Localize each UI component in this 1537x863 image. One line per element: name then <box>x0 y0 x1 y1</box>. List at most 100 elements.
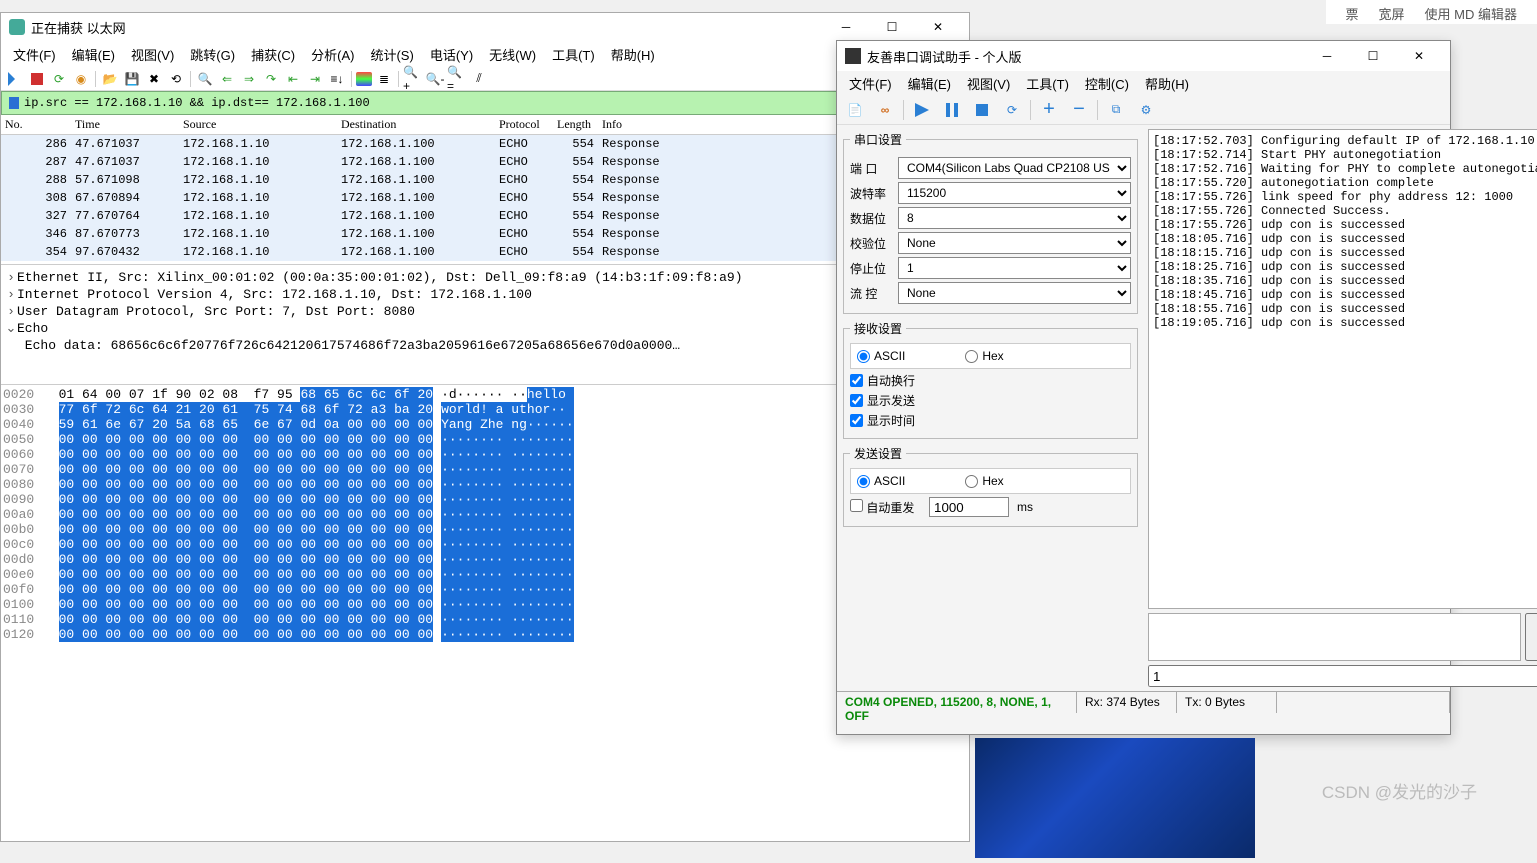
menu-item[interactable]: 文件(F) <box>7 42 62 67</box>
tab[interactable]: 宽屏 <box>1379 4 1405 20</box>
send-button[interactable]: 发送 <box>1525 613 1537 661</box>
packet-row[interactable]: 28747.671037172.168.1.10172.168.1.100ECH… <box>1 153 969 171</box>
recv-log[interactable]: [18:17:52.703] Configuring default IP of… <box>1148 129 1537 609</box>
maximize-button[interactable]: ☐ <box>869 13 915 41</box>
minimize-button[interactable]: ─ <box>1304 42 1350 70</box>
close-button[interactable]: ✕ <box>915 13 961 41</box>
parity-select[interactable]: None <box>898 232 1131 254</box>
send-ascii-radio[interactable]: ASCII <box>857 474 905 488</box>
filter-input[interactable] <box>24 96 966 110</box>
tree-item[interactable]: ›Ethernet II, Src: Xilinx_00:01:02 (00:0… <box>5 269 965 286</box>
tree-item[interactable]: ⌄Echo <box>5 320 965 337</box>
menu-item[interactable]: 编辑(E) <box>66 42 121 67</box>
packet-bytes[interactable]: 0020 01 64 00 07 1f 90 02 08 f7 95 68 65… <box>1 385 969 705</box>
menu-item[interactable]: 帮助(H) <box>605 42 661 67</box>
stopbits-select[interactable]: 1 <box>898 257 1131 279</box>
close-button[interactable]: ✕ <box>1396 42 1442 70</box>
go-forward-icon[interactable]: ⇒ <box>239 69 259 89</box>
hex-row[interactable]: 0040 59 61 6e 67 20 5a 68 65 6e 67 0d 0a… <box>3 417 967 432</box>
hex-row[interactable]: 0080 00 00 00 00 00 00 00 00 00 00 00 00… <box>3 477 967 492</box>
menu-item[interactable]: 视图(V) <box>961 72 1016 95</box>
showsend-check[interactable]: 显示发送 <box>850 392 1131 409</box>
repeat-ms-input[interactable] <box>929 497 1009 517</box>
menu-item[interactable]: 捕获(C) <box>245 42 301 67</box>
hex-row[interactable]: 00d0 00 00 00 00 00 00 00 00 00 00 00 00… <box>3 552 967 567</box>
tab[interactable]: 票 <box>1346 4 1359 20</box>
zoom-in-icon[interactable]: 🔍+ <box>403 69 423 89</box>
menu-item[interactable]: 工具(T) <box>546 42 601 67</box>
maximize-button[interactable]: ☐ <box>1350 42 1396 70</box>
hex-row[interactable]: 0110 00 00 00 00 00 00 00 00 00 00 00 00… <box>3 612 967 627</box>
plus-icon[interactable]: + <box>1037 98 1061 122</box>
packet-row[interactable]: 35497.670432172.168.1.10172.168.1.100ECH… <box>1 243 969 261</box>
resize-columns-icon[interactable]: ⫽ <box>469 69 489 89</box>
save-file-icon[interactable]: 💾 <box>122 69 142 89</box>
hex-row[interactable]: 0030 77 6f 72 6c 64 21 20 61 75 74 68 6f… <box>3 402 967 417</box>
go-last-icon[interactable]: ⇥ <box>305 69 325 89</box>
stop-capture-icon[interactable] <box>27 69 47 89</box>
menu-item[interactable]: 视图(V) <box>125 42 180 67</box>
zoom-out-icon[interactable]: 🔍- <box>425 69 445 89</box>
auto-scroll-icon[interactable]: ≡↓ <box>327 69 347 89</box>
packet-row[interactable]: 28857.671098172.168.1.10172.168.1.100ECH… <box>1 171 969 189</box>
stop-icon[interactable] <box>970 98 994 122</box>
send-input[interactable] <box>1148 613 1521 661</box>
packet-row[interactable]: 30867.670894172.168.1.10172.168.1.100ECH… <box>1 189 969 207</box>
packet-row[interactable]: 32777.670764172.168.1.10172.168.1.100ECH… <box>1 207 969 225</box>
hex-row[interactable]: 00f0 00 00 00 00 00 00 00 00 00 00 00 00… <box>3 582 967 597</box>
send-hex-radio[interactable]: Hex <box>965 474 1003 488</box>
menu-item[interactable]: 编辑(E) <box>902 72 957 95</box>
minus-icon[interactable]: − <box>1067 98 1091 122</box>
play-icon[interactable] <box>910 98 934 122</box>
menu-item[interactable]: 无线(W) <box>483 42 542 67</box>
menu-item[interactable]: 电话(Y) <box>424 42 479 67</box>
refresh-icon[interactable]: ⟳ <box>1000 98 1024 122</box>
hex-row[interactable]: 00c0 00 00 00 00 00 00 00 00 00 00 00 00… <box>3 537 967 552</box>
tree-item[interactable]: ›Internet Protocol Version 4, Src: 172.1… <box>5 286 965 303</box>
databits-select[interactable]: 8 <box>898 207 1131 229</box>
pause-icon[interactable] <box>940 98 964 122</box>
hex-row[interactable]: 00a0 00 00 00 00 00 00 00 00 00 00 00 00… <box>3 507 967 522</box>
new-icon[interactable]: 📄 <box>843 98 867 122</box>
colorize-icon[interactable] <box>356 72 372 86</box>
bookmark-icon[interactable] <box>6 96 22 110</box>
packet-details[interactable]: ›Ethernet II, Src: Xilinx_00:01:02 (00:0… <box>1 265 969 385</box>
close-file-icon[interactable]: ✖ <box>144 69 164 89</box>
tab[interactable]: 使用 MD 编辑器 <box>1425 4 1517 20</box>
port-select[interactable]: COM4(Silicon Labs Quad CP2108 US <box>898 157 1131 179</box>
options-icon[interactable]: ◉ <box>71 69 91 89</box>
window-icon[interactable]: ⧉ <box>1104 98 1128 122</box>
menu-item[interactable]: 帮助(H) <box>1139 72 1195 95</box>
record-icon[interactable]: ∞ <box>873 98 897 122</box>
reload-icon[interactable]: ⟲ <box>166 69 186 89</box>
packet-row[interactable]: 28647.671037172.168.1.10172.168.1.100ECH… <box>1 135 969 153</box>
hex-row[interactable]: 0050 00 00 00 00 00 00 00 00 00 00 00 00… <box>3 432 967 447</box>
autorepeat-check[interactable]: 自动重发 <box>850 499 914 516</box>
menu-item[interactable]: 统计(S) <box>364 42 419 67</box>
find-icon[interactable]: 🔍 <box>195 69 215 89</box>
menu-item[interactable]: 控制(C) <box>1079 72 1135 95</box>
wrap-check[interactable]: 自动换行 <box>850 372 1131 389</box>
hex-row[interactable]: 0060 00 00 00 00 00 00 00 00 00 00 00 00… <box>3 447 967 462</box>
restart-capture-icon[interactable]: ⟳ <box>49 69 69 89</box>
tree-item[interactable]: ›User Datagram Protocol, Src Port: 7, Ds… <box>5 303 965 320</box>
hex-row[interactable]: 0100 00 00 00 00 00 00 00 00 00 00 00 00… <box>3 597 967 612</box>
tree-item[interactable]: Echo data: 68656c6c6f20776f726c642120617… <box>5 337 965 354</box>
menu-item[interactable]: 分析(A) <box>305 42 360 67</box>
showtime-check[interactable]: 显示时间 <box>850 412 1131 429</box>
menu-item[interactable]: 工具(T) <box>1020 72 1075 95</box>
go-back-icon[interactable]: ⇐ <box>217 69 237 89</box>
packet-row[interactable]: 34687.670773172.168.1.10172.168.1.100ECH… <box>1 225 969 243</box>
open-file-icon[interactable]: 📂 <box>100 69 120 89</box>
minimize-button[interactable]: ─ <box>823 13 869 41</box>
menu-item[interactable]: 跳转(G) <box>184 42 241 67</box>
packet-list[interactable]: No. Time Source Destination Protocol Len… <box>1 115 969 265</box>
jump-icon[interactable]: ↷ <box>261 69 281 89</box>
baud-select[interactable]: 115200 <box>898 182 1131 204</box>
recv-hex-radio[interactable]: Hex <box>965 349 1003 363</box>
list-icon[interactable]: ≣ <box>374 69 394 89</box>
recv-ascii-radio[interactable]: ASCII <box>857 349 905 363</box>
menu-item[interactable]: 文件(F) <box>843 72 898 95</box>
hex-row[interactable]: 0090 00 00 00 00 00 00 00 00 00 00 00 00… <box>3 492 967 507</box>
hex-row[interactable]: 0020 01 64 00 07 1f 90 02 08 f7 95 68 65… <box>3 387 967 402</box>
